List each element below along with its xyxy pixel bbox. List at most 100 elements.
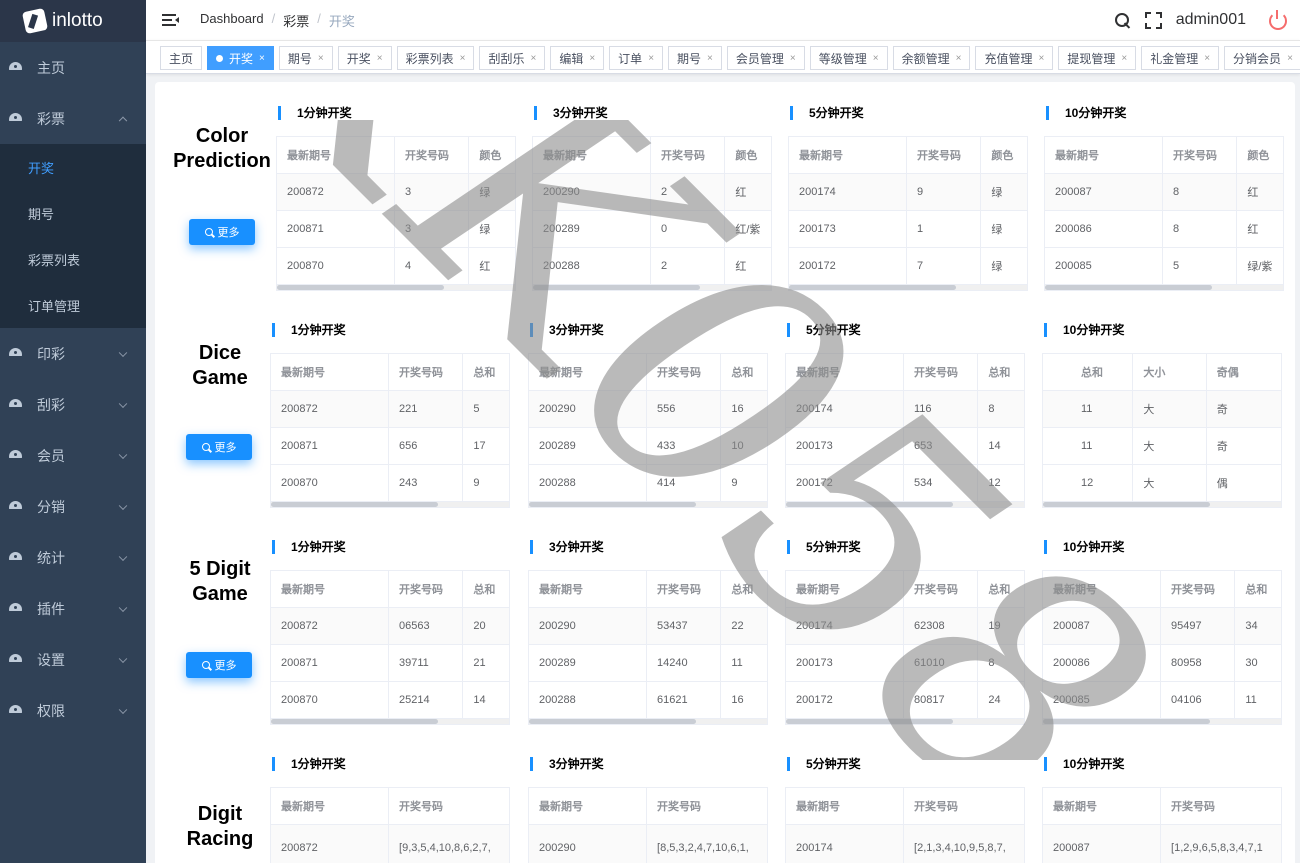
tag-item[interactable]: 订单 × [609,46,664,70]
table-header-row: 最新期号 开奖号码 [271,788,509,825]
sidebar-item-label: 分销 [37,498,65,515]
tag-item[interactable]: 彩票列表 × [396,46,475,70]
sidebar-menu: 主页 彩票 开奖 期号 彩票列表 订单管理 印彩 刮彩 会员分销统计插件 设置 权限 [0,42,146,736]
dashboard-gauge-icon [9,450,22,461]
sidebar-item-plugins[interactable]: 插件 [0,583,146,634]
close-icon[interactable]: × [1287,53,1293,64]
tag-item[interactable]: 主页 [160,46,203,70]
result-table: 最新期号 开奖号码 200174 [2,1,3,4,10,9,5,8,7, [785,787,1025,863]
table-cell: [2,1,3,4,10,9,5,8,7, [914,842,1006,854]
sidebar-subitem[interactable]: 开奖 [0,144,146,190]
close-icon[interactable]: × [589,53,595,64]
game-title-line: Digit [197,803,243,825]
tag-item[interactable]: 礼金管理 × [1141,46,1220,70]
logout-power-icon[interactable] [1268,10,1288,30]
tag-item[interactable]: 余额管理 × [892,46,971,70]
tag-item[interactable]: 等级管理 × [809,46,888,70]
tag-label: 订单 [618,51,643,66]
fullscreen-icon[interactable] [1144,11,1162,29]
chevron-down-icon [118,399,128,408]
block-title: 3分钟开奖 [530,757,768,771]
sidebar-item-members[interactable]: 会员 [0,430,146,481]
active-dot-icon [216,54,224,62]
close-icon[interactable]: × [790,53,796,64]
close-icon[interactable]: × [1038,53,1044,64]
logo-icon [21,7,49,35]
hamburger-menu-icon[interactable] [162,14,179,26]
result-table: 最新期号 开奖号码 200290 [8,5,3,2,4,7,10,6,1, [528,787,768,863]
tag-item[interactable]: 会员管理 × [726,46,805,70]
table-cell: 200087 [1043,825,1162,863]
sidebar-subitem[interactable]: 期号 [0,190,146,236]
close-icon[interactable]: × [648,53,654,64]
close-icon[interactable]: × [377,53,383,64]
tag-label: 编辑 [559,51,584,66]
table-cell: [1,2,9,6,5,8,3,4,7,1 [1171,842,1263,854]
game-section: Digit Racing 1分钟开奖 最新期号 开奖号码 200872 [9,3,5,4,1… [155,82,1295,863]
table-header-cell: 最新期号 [271,788,390,824]
close-icon[interactable]: × [956,53,962,64]
sidebar: inlotto 主页 彩票 开奖 期号 彩票列表 订单管理 印彩 刮彩 会员分销统计插件 设置 权限 [0,0,146,863]
main-content: Color Prediction 更多 1分钟开奖 最新期号 开奖号码 颜色 200872 3 绿… [155,82,1295,863]
chevron-down-icon [118,654,128,663]
chevron-down-icon [118,603,128,612]
sidebar-subitem[interactable]: 订单管理 [0,282,146,328]
sidebar-item-stats[interactable]: 统计 [0,532,146,583]
sidebar-item-home[interactable]: 主页 [0,42,146,93]
breadcrumb-item-current: 开奖 [328,13,355,29]
chevron-up-icon [118,116,128,125]
sidebar-item-lottery[interactable]: 彩票 [0,93,146,144]
tag-label: 刮刮乐 [488,51,525,66]
chevron-down-icon [118,705,128,714]
sidebar-item-print-lottery[interactable]: 印彩 [0,328,146,379]
tag-item[interactable]: 期号 × [668,46,722,70]
dashboard-gauge-icon [9,705,22,716]
tag-item[interactable]: 提现管理 × [1058,46,1137,70]
chevron-down-icon [118,501,128,510]
tag-label: 余额管理 [901,51,950,66]
sidebar-item-distribution[interactable]: 分销 [0,481,146,532]
close-icon[interactable]: × [460,53,466,64]
close-icon[interactable]: × [1204,53,1210,64]
table-header-row: 最新期号 开奖号码 [1043,788,1281,825]
block-title: 10分钟开奖 [1044,757,1282,771]
tag-item[interactable]: 分销会员 × [1224,46,1300,70]
tag-item[interactable]: 刮刮乐 × [479,46,546,70]
dashboard-gauge-icon [9,603,22,614]
close-icon[interactable]: × [259,53,265,64]
block-title: 5分钟开奖 [787,757,1025,771]
close-icon[interactable]: × [530,53,536,64]
draw-result-block: 5分钟开奖 最新期号 开奖号码 200174 [2,1,3,4,10,9,5,8,7, [785,757,1025,863]
username[interactable]: admin001 [1176,11,1246,29]
sidebar-item-settings[interactable]: 设置 [0,634,146,685]
table-cell: 200290 [529,825,648,863]
tag-item[interactable]: 充值管理 × [975,46,1054,70]
sidebar-item-scratch[interactable]: 刮彩 [0,379,146,430]
tag-item[interactable]: 编辑 × [550,46,605,70]
tag-item[interactable]: 开奖 × [207,46,274,70]
logo[interactable]: inlotto [0,0,146,42]
close-icon[interactable]: × [318,53,324,64]
table-header-cell: 最新期号 [1043,788,1162,824]
dashboard-gauge-icon [9,552,22,563]
sidebar-subitem[interactable]: 彩票列表 [0,236,146,282]
tag-label: 礼金管理 [1150,51,1199,66]
table-cell: 200174 [786,825,905,863]
close-icon[interactable]: × [707,53,713,64]
block-title: 1分钟开奖 [272,757,510,771]
breadcrumb-item-lottery[interactable]: 彩票 [283,11,309,30]
tag-item[interactable]: 开奖 × [337,46,392,70]
breadcrumb-item-dashboard[interactable]: Dashboard [200,11,264,30]
close-icon[interactable]: × [1121,53,1127,64]
chevron-down-icon [118,552,128,561]
close-icon[interactable]: × [873,53,879,64]
sidebar-item-permissions[interactable]: 权限 [0,685,146,736]
draw-result-block: 10分钟开奖最新期号 开奖号码 200087 [1,2,9,6,5,8,3,4,7,1 [1042,757,1282,863]
breadcrumb: Dashboard / 彩票 / 开奖 [200,11,355,30]
draw-result-block: 3分钟开奖最新期号 开奖号码 200290 [8,5,3,2,4,7,10,6,1, [528,757,768,863]
sidebar-item-label: 统计 [37,549,65,566]
dashboard-gauge-icon [9,501,22,512]
breadcrumb-separator: / [317,10,321,26]
tag-item[interactable]: 期号 × [278,46,333,70]
search-icon[interactable] [1114,12,1131,29]
